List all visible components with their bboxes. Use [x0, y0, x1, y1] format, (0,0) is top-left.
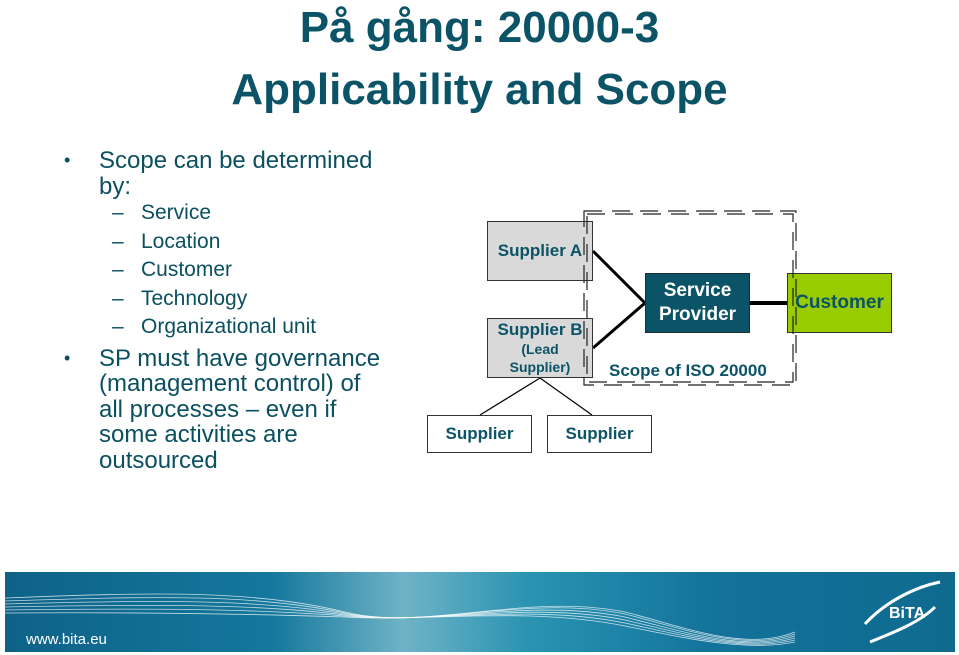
supplier-b-label: Supplier B [497, 320, 583, 339]
supplier-right-box: Supplier [547, 415, 652, 453]
connector-supplier-a-sp [591, 249, 647, 305]
service-provider-box: Service Provider [645, 273, 750, 333]
service-provider-label: Service Provider [658, 280, 737, 325]
bita-logo: BiTA [889, 605, 926, 622]
supplier-a-box: Supplier A [487, 221, 593, 281]
supplier-b-sublabel: (Lead Supplier) [509, 341, 571, 375]
footer-background [5, 572, 955, 652]
connector-supplier-b-sp [592, 301, 646, 350]
connector-b-supplier-left [479, 377, 541, 416]
connector-b-supplier-right [539, 377, 593, 416]
scope-diagram: Supplier A Supplier B (Lead Supplier) Se… [0, 0, 959, 560]
supplier-right-label: Supplier [565, 424, 634, 443]
supplier-b-box: Supplier B (Lead Supplier) [487, 318, 593, 378]
supplier-a-label: Supplier A [497, 241, 583, 260]
scope-label: Scope of ISO 20000 [609, 361, 767, 380]
customer-label: Customer [795, 292, 884, 313]
customer-box: Customer [787, 273, 892, 333]
supplier-left-box: Supplier [427, 415, 532, 453]
footer-url[interactable]: www.bita.eu [26, 631, 107, 648]
supplier-left-label: Supplier [445, 424, 514, 443]
footer-banner: www.bita.eu BiTA [5, 572, 955, 652]
